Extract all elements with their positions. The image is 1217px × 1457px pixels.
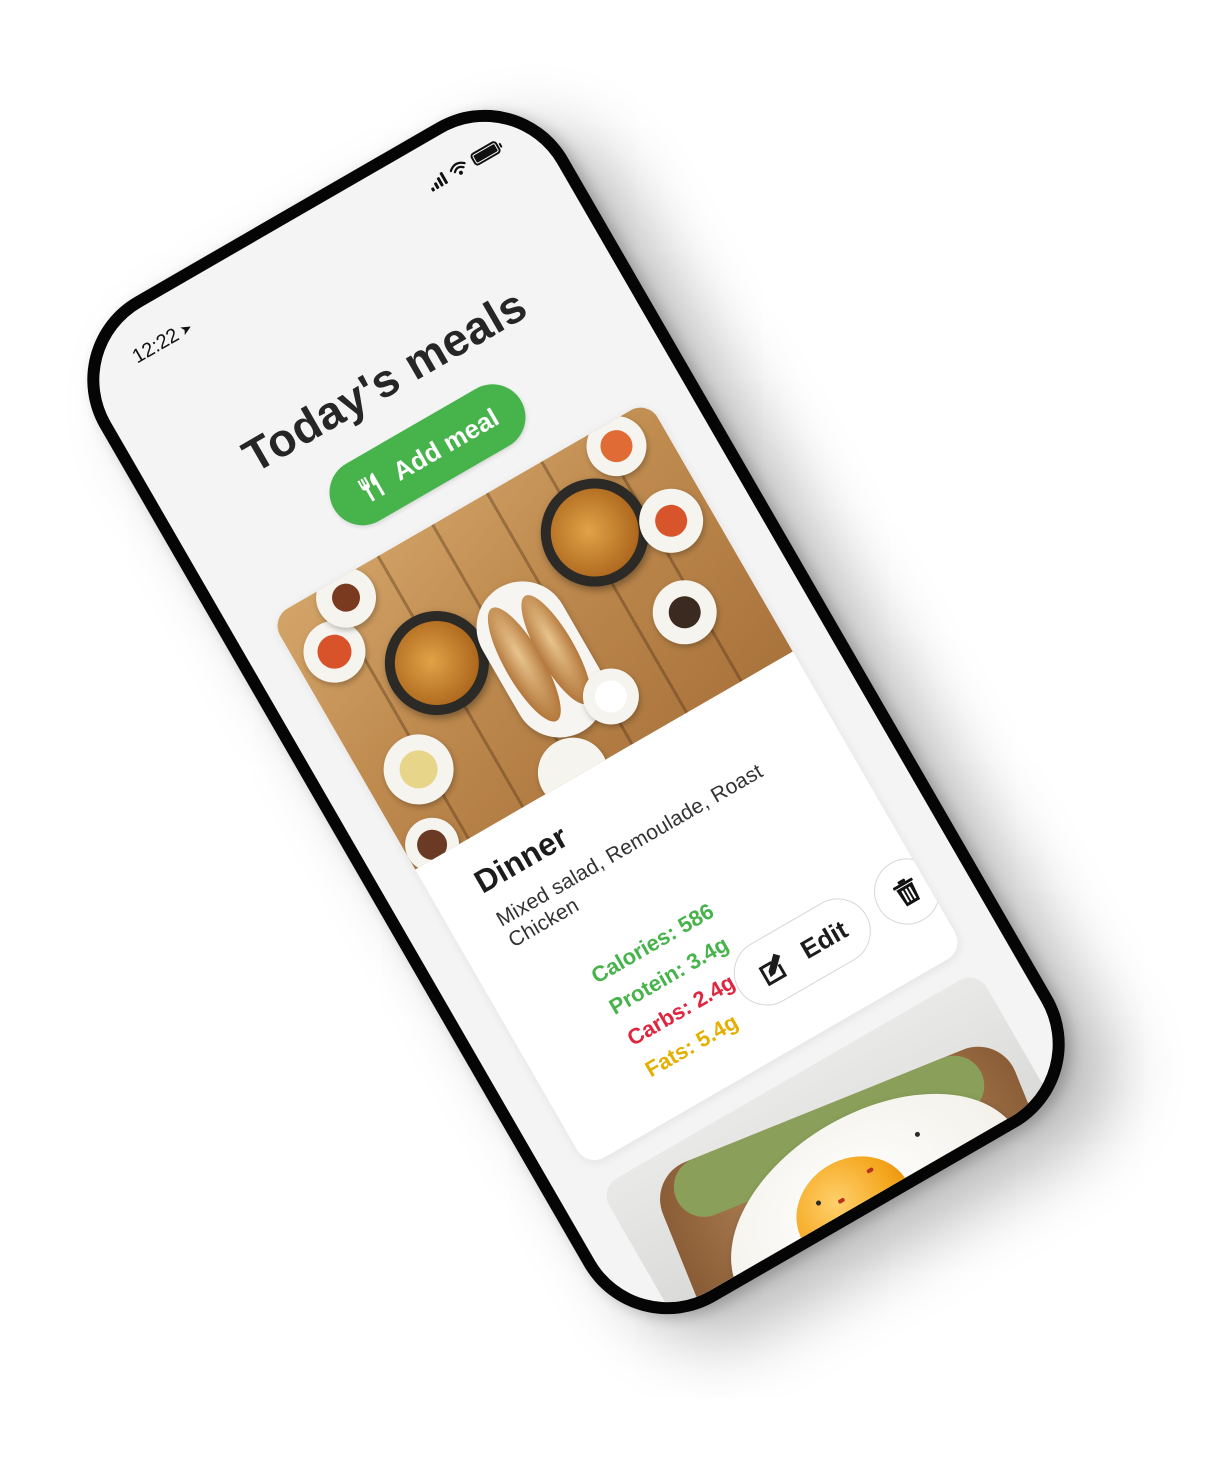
add-meal-label: Add meal — [387, 401, 504, 487]
wifi-icon — [449, 161, 466, 175]
cellular-signal-icon — [426, 171, 449, 192]
phone-frame: 12:22 ➤ Today's meals Add meal Dinner Mi… — [52, 74, 1100, 1350]
phone-screen: 12:22 ➤ Today's meals Add meal Dinner Mi… — [68, 91, 1084, 1333]
battery-icon — [469, 139, 503, 167]
status-bar-icons — [426, 139, 503, 192]
status-bar-time: 12:22 ➤ — [129, 316, 197, 369]
edit-label: Edit — [794, 913, 853, 965]
time-label: 12:22 — [128, 324, 183, 369]
utensils-icon — [357, 472, 386, 502]
edit-icon — [758, 953, 788, 987]
location-arrow-icon: ➤ — [176, 318, 196, 339]
stage: 12:22 ➤ Today's meals Add meal Dinner Mi… — [0, 0, 1217, 1457]
trash-icon — [892, 877, 921, 907]
